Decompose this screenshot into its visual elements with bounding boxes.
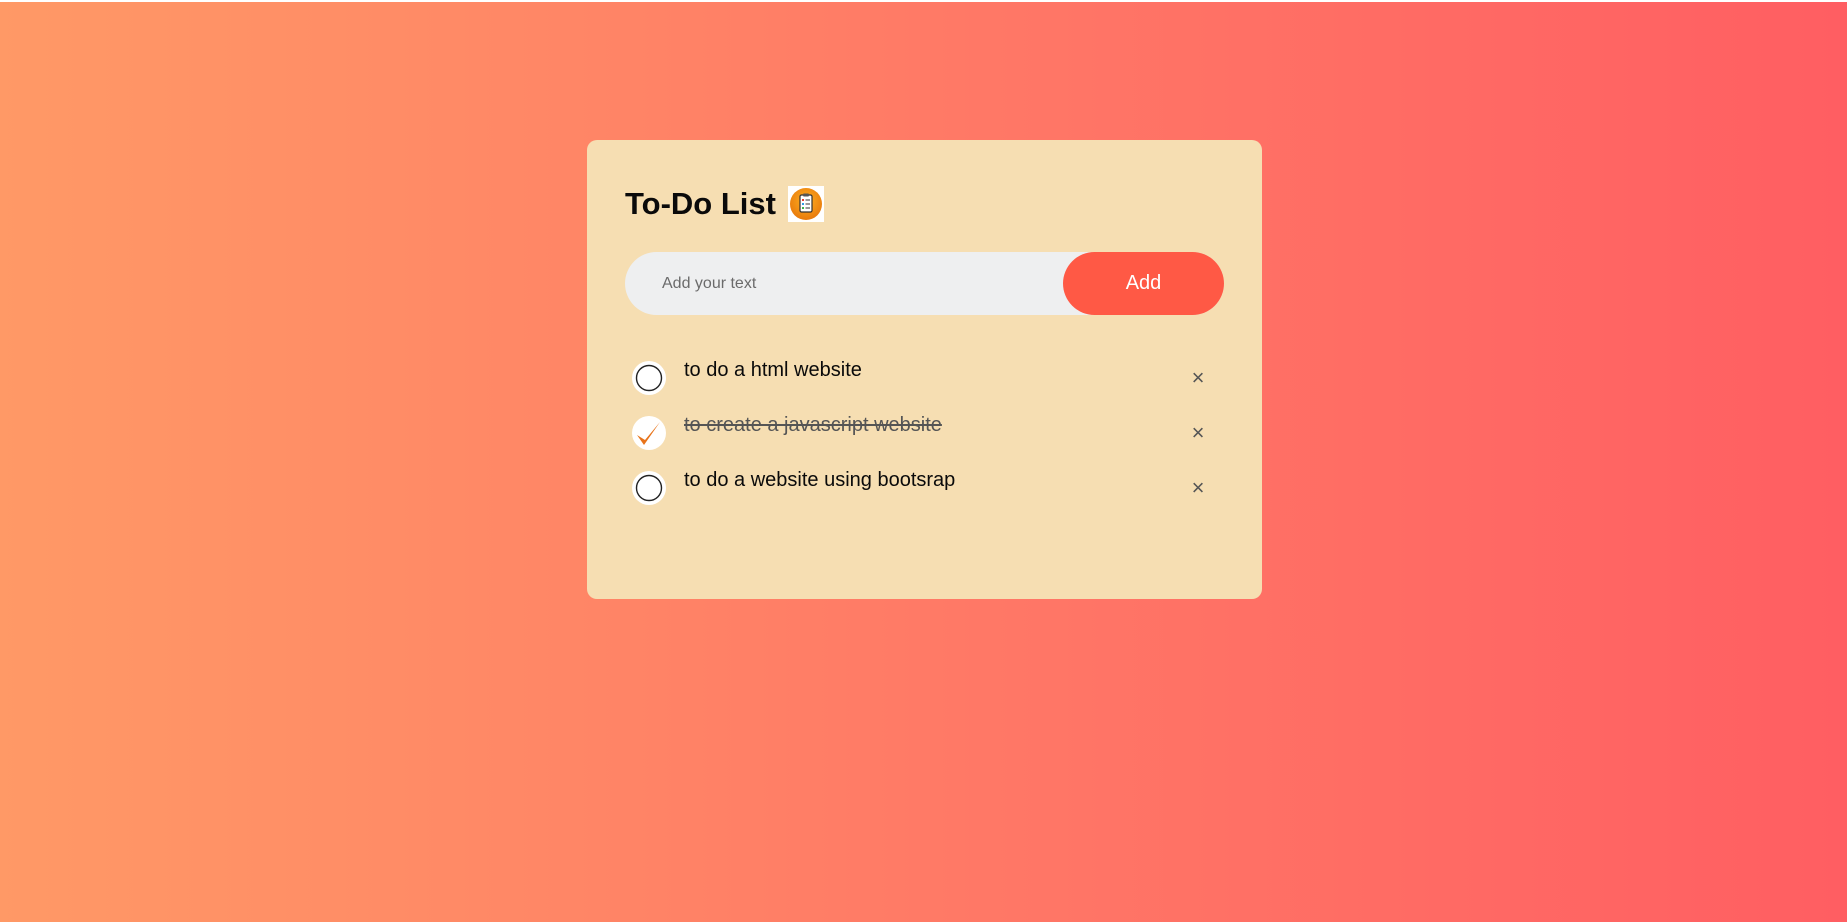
delete-icon[interactable]: × (1184, 419, 1212, 447)
task-text: to do a html website (684, 359, 862, 381)
task-item[interactable]: to do a html website × (632, 358, 1212, 413)
unchecked-circle-icon[interactable] (632, 471, 666, 505)
unchecked-circle-icon[interactable] (632, 361, 666, 395)
delete-icon[interactable]: × (1184, 474, 1212, 502)
todo-card: To-Do List Add your text Add to do a htm… (587, 140, 1262, 599)
task-item[interactable]: to create a javascript website × (632, 413, 1212, 468)
task-input[interactable] (625, 251, 1063, 316)
task-list: to do a html website × to create a javas… (632, 358, 1212, 523)
clipboard-checklist-icon (787, 186, 824, 222)
window-top-edge (0, 0, 1847, 2)
task-item[interactable]: to do a website using bootsrap × (632, 468, 1212, 523)
delete-icon[interactable]: × (1184, 364, 1212, 392)
checked-checkmark-icon[interactable] (632, 416, 666, 450)
app-title: To-Do List (625, 186, 776, 221)
add-task-row: Add (625, 251, 1224, 316)
title-row: To-Do List (625, 186, 824, 222)
task-text: to create a javascript website (684, 414, 942, 436)
add-button[interactable]: Add (1063, 252, 1224, 315)
task-text: to do a website using bootsrap (684, 469, 956, 491)
